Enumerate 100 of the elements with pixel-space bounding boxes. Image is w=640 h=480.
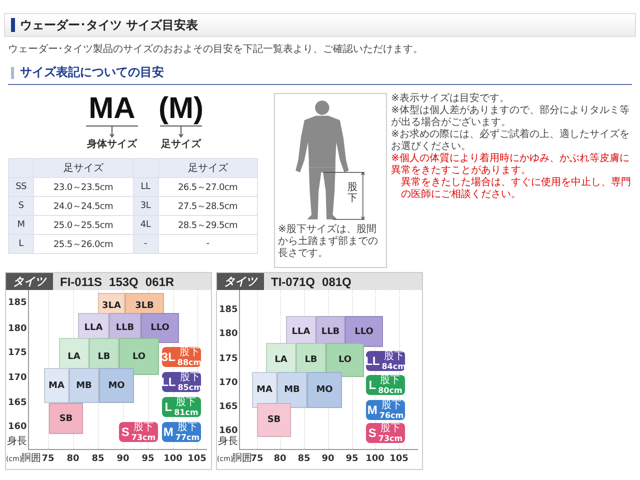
heading-marker [11,18,15,32]
inseam-label: 股下 [348,182,358,204]
size-region: MB [277,372,307,408]
badge-length: 84cm [382,362,406,370]
table-cell: 28.5～29.5cm [158,216,258,234]
axis-tick-label: 165 [219,402,238,412]
category-tag: タイツ [6,273,53,290]
badge-size: L [368,378,376,392]
axis-label: 身長 [218,436,238,447]
size-code-label: 身体サイズ [87,139,137,151]
table-cell: 25.5～26.0cm [34,234,133,254]
badge-length: 77cm [175,432,200,442]
badge-label: 股下 [180,372,200,382]
note-text: ※表示サイズは目安です。 [391,93,510,104]
size-cell: SS [8,178,34,196]
badge-size: M [163,425,174,439]
axis-tick-label: 95 [140,454,156,464]
note-text: ※個人の体質により着用時にかゆみ、かぶれ等皮膚に異常をきたすことがあります。 [391,153,630,176]
axis-tick-label: 75 [40,454,56,464]
size-code-label: 足サイズ [161,139,201,151]
badge-size: LL [161,375,176,389]
axis-tick-label: 160 [219,426,238,436]
axis-tick-label: 175 [219,354,238,364]
axis-tick-label: 100 [365,454,385,464]
size-cell: 4L [133,216,158,234]
axis-tick-label: 85 [296,454,312,464]
axis-tick-label: 180 [8,324,27,334]
size-region: LLO [345,316,383,347]
pointer-icon [84,125,140,139]
heading-marker [11,66,14,78]
model-number: FI-011S [60,274,102,288]
size-cell: L [8,234,34,254]
model-number: 153Q [109,274,138,288]
badge-length: 80cm [378,386,402,394]
badge-length: 88cm [177,358,202,366]
badge-length: 73cm [378,434,403,442]
axis-label: 胴囲 [232,453,252,464]
table-cell: - [158,234,258,254]
badge-label: 股下 [178,422,198,432]
column-header: 足サイズ [34,158,133,178]
size-code: (M) [158,93,204,125]
badge-label: 股下 [176,398,196,408]
intro-text: ウェーダー･タイツ製品のサイズのおおよその目安を下記一覧表より、ご確認いただけます。 [8,43,424,56]
table-cell: 23.0～23.5cm [34,178,133,196]
note-text: ※体型は個人差がありますので、部分によりタルミ等が出る場合がございます。 [391,105,630,128]
figure-caption: ※股下サイズは、股間から土踏まず部までの長さです。 [278,224,379,260]
size-region: MO [99,368,134,403]
badge-length: 73cm [131,432,156,442]
badge-label: 股下 [180,348,200,358]
category-tag: タイツ [217,273,264,290]
badge-size: LL [365,354,380,368]
model-number: 081Q [322,274,352,288]
axis-tick-label: 75 [250,454,264,464]
axis-tick-label: 105 [389,454,409,464]
note-text: 異常をきたした場合は、すぐに使用を中止し、専門の医師にご相談ください。 [400,177,632,201]
badge-label: 股下 [380,376,400,386]
axis-tick-label: 170 [8,373,27,383]
model-number: 061R [145,274,174,288]
axis-tick-label: 80 [66,454,80,464]
axis-tick-label: 175 [8,348,27,358]
column-header: 足サイズ [158,158,258,178]
axis-tick-label: 105 [187,454,207,464]
page-title: ウェーダー･タイツ サイズ目安表 [20,16,198,34]
axis-tick-label: 95 [344,454,360,464]
axis-tick-label: 90 [116,454,130,464]
axis-tick-label: 170 [219,378,238,388]
axis-tick-label: 180 [219,329,238,339]
size-code: MA [88,93,136,125]
size-region: MB [69,368,99,403]
axis-tick-label: 160 [8,422,27,432]
size-region: LO [119,338,159,375]
badge-size: M [367,403,378,417]
badge-label: 股下 [380,424,400,434]
axis-label: 身長 [7,436,27,447]
axis-tick-label: 100 [163,454,183,464]
axis-tick-label: 85 [90,454,106,464]
table-cell: 26.5～27.0cm [158,178,258,196]
badge-label: 股下 [382,400,402,410]
size-cell: LL [133,178,158,196]
size-cell: - [133,234,158,254]
size-region: SB [257,403,291,437]
size-cell: S [8,196,34,216]
axis-tick-label: 90 [320,454,336,464]
badge-length: 76cm [379,410,404,420]
size-cell: 3L [133,196,158,216]
badge-size: S [368,426,376,440]
pointer-icon [158,125,204,139]
axis-tick-label: 165 [8,398,27,408]
badge-size: L [164,400,172,414]
inseam-marker [322,172,364,220]
axis-tick-label: 185 [219,305,238,315]
badge-length: 81cm [174,408,198,416]
axis-tick-label: 185 [8,298,27,308]
model-number: TI-071Q [271,274,316,288]
table-cell: 27.5～28.5cm [158,196,258,216]
note-text: ※お求めの際には、必ずご試着の上、適したサイズをお選びください。 [391,129,630,152]
section-title: サイズ表記についての目安 [20,64,164,81]
axis-label: 胴囲 [21,453,41,464]
size-region: LLO [141,313,179,343]
badge-size: S [121,425,130,439]
